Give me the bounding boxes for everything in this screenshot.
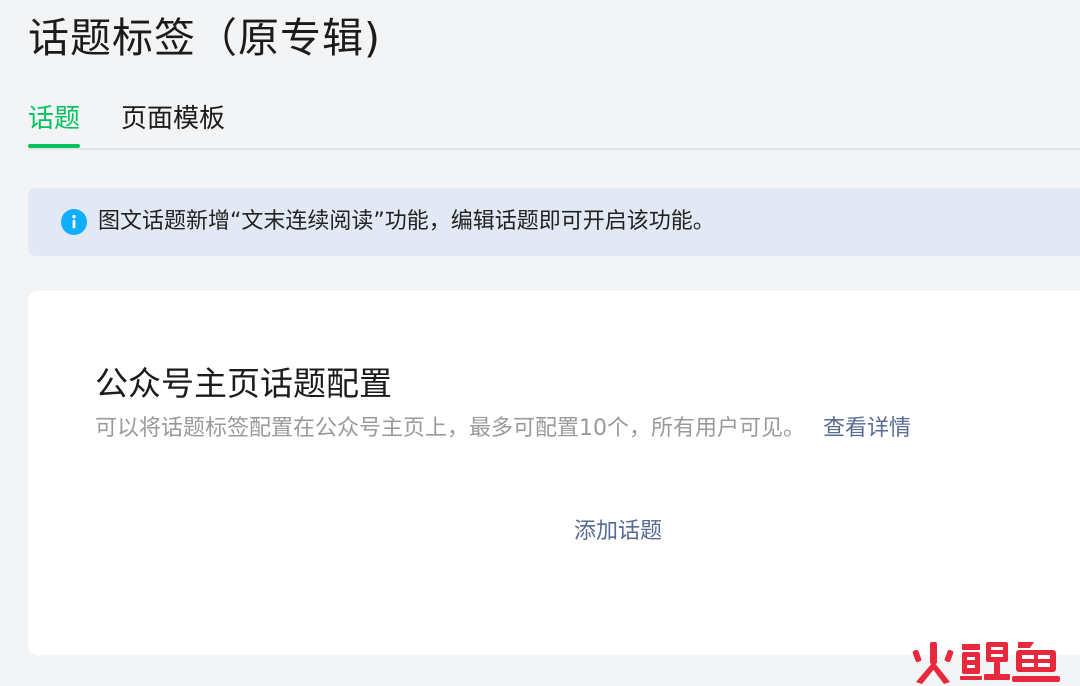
tab-topics[interactable]: 话题: [28, 96, 81, 148]
homepage-topic-config-card: 公众号主页话题配置 可以将话题标签配置在公众号主页上，最多可配置10个，所有用户…: [28, 291, 1080, 655]
notice-banner: 图文话题新增“文末连续阅读”功能，编辑话题即可开启该功能。: [28, 188, 1080, 256]
page: 话题标签（原专辑) 话题 页面模板 图文话题新增“文末连续阅读”功能，编辑话题即…: [0, 0, 1080, 686]
card-title: 公众号主页话题配置: [95, 364, 392, 403]
tab-bar: 话题 页面模板: [28, 96, 1080, 150]
page-title: 话题标签（原专辑): [28, 14, 381, 62]
add-topic-button[interactable]: 添加话题: [574, 516, 662, 548]
view-details-link[interactable]: 查看详情: [823, 416, 911, 441]
tab-page-templates[interactable]: 页面模板: [121, 96, 225, 146]
watermark-logo: [906, 636, 1066, 686]
notice-text: 图文话题新增“文末连续阅读”功能，编辑话题即可开启该功能。: [98, 209, 715, 234]
info-icon: [61, 209, 87, 235]
card-description-row: 可以将话题标签配置在公众号主页上，最多可配置10个，所有用户可见。 查看详情: [95, 413, 911, 445]
card-description: 可以将话题标签配置在公众号主页上，最多可配置10个，所有用户可见。: [95, 416, 805, 441]
